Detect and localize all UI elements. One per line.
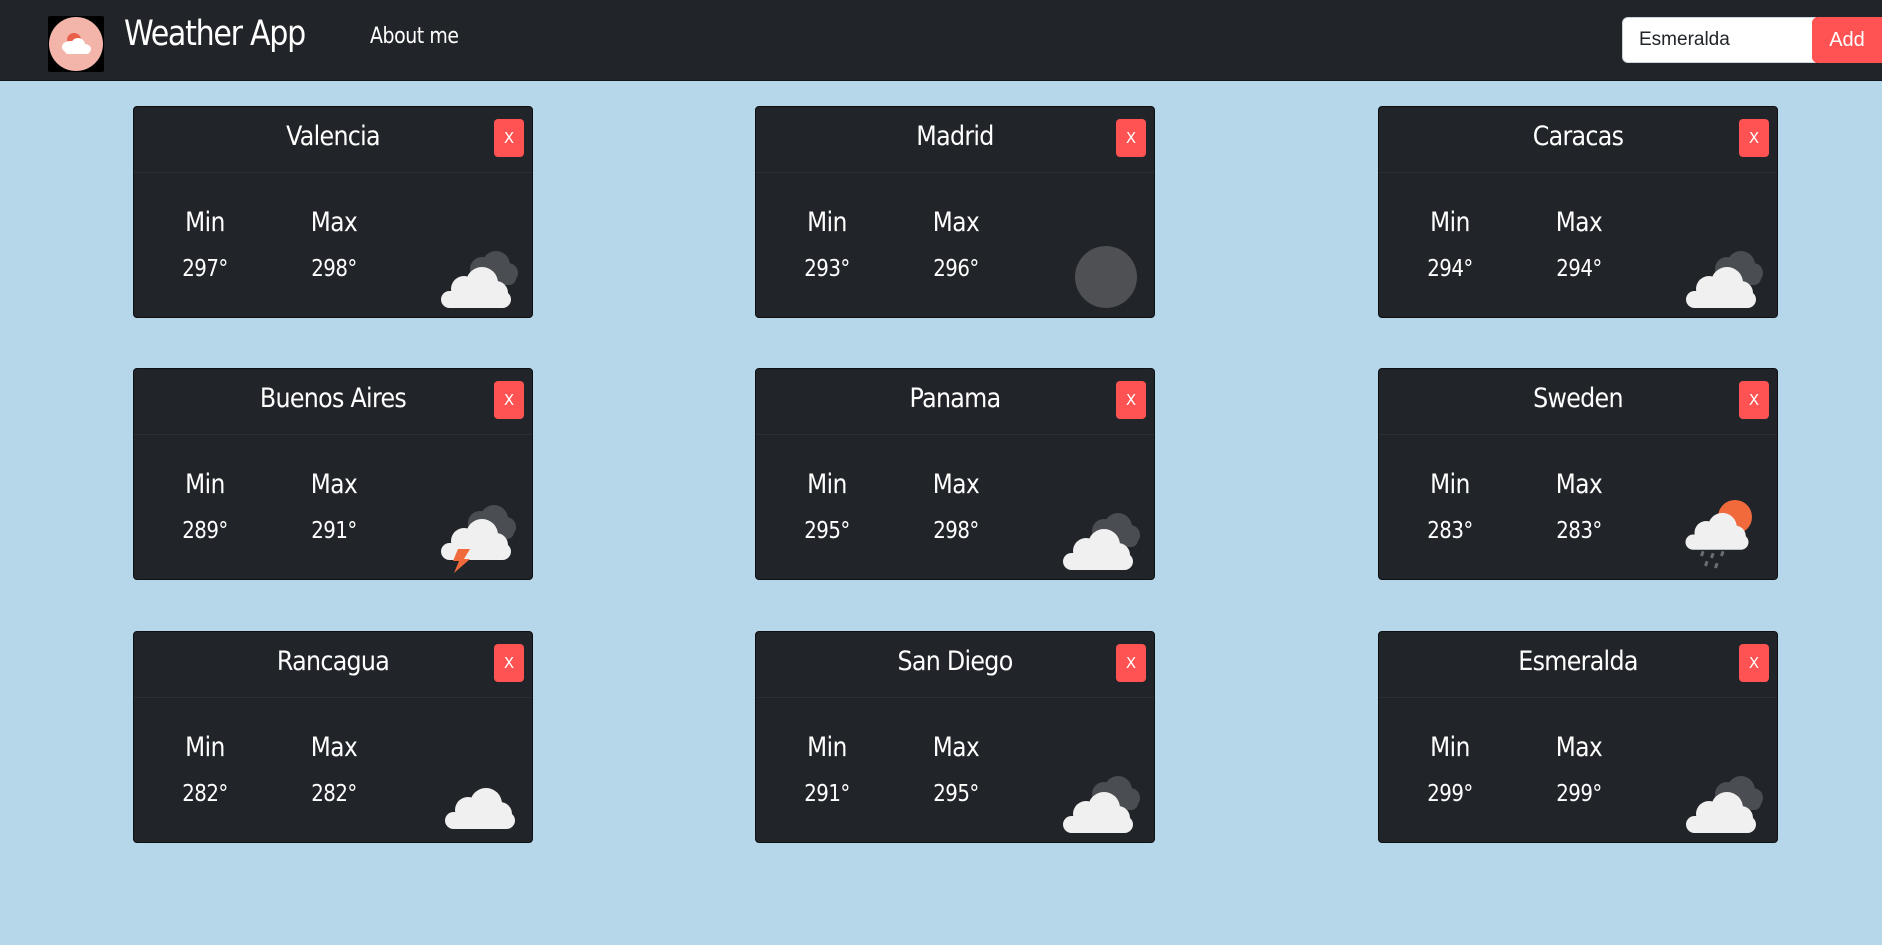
city-name: Rancagua <box>276 646 390 677</box>
city-name: Valencia <box>286 121 381 152</box>
brand-title[interactable]: Weather App <box>124 14 306 54</box>
min-temperature: 297° <box>182 256 228 282</box>
city-name: Panama <box>909 383 1002 414</box>
cloudy-icon <box>1675 237 1767 311</box>
max-label: Max <box>1555 469 1603 500</box>
remove-city-button[interactable]: X <box>1739 644 1769 682</box>
max-temperature: 282° <box>311 781 357 807</box>
remove-city-button[interactable]: X <box>1116 381 1146 419</box>
min-label: Min <box>185 207 225 238</box>
min-label: Min <box>807 732 847 763</box>
card-header: Esmeralda X <box>1379 632 1777 698</box>
min-label: Min <box>185 469 225 500</box>
max-label: Max <box>932 207 980 238</box>
min-temperature: 294° <box>1427 256 1473 282</box>
city-name: Madrid <box>916 121 994 152</box>
card-header: Panama X <box>756 369 1154 435</box>
card-header: Sweden X <box>1379 369 1777 435</box>
city-search-input[interactable] <box>1622 17 1816 63</box>
cloudy-icon <box>430 237 522 311</box>
remove-city-button[interactable]: X <box>1116 644 1146 682</box>
weather-card: Panama X Min Max 295° 298° <box>755 368 1155 580</box>
weather-card: San Diego X Min Max 291° 295° <box>755 631 1155 843</box>
logo-cloud-icon <box>62 33 91 54</box>
max-temperature: 298° <box>311 256 357 282</box>
thunderstorm-icon <box>430 499 522 573</box>
about-me-link[interactable]: About me <box>370 24 459 49</box>
min-temperature: 289° <box>182 518 228 544</box>
cloudy-icon <box>1052 499 1144 573</box>
weather-card: Sweden X Min Max 283° 283° <box>1378 368 1778 580</box>
min-temperature: 282° <box>182 781 228 807</box>
max-label: Max <box>932 732 980 763</box>
remove-city-button[interactable]: X <box>494 119 524 157</box>
max-label: Max <box>1555 207 1603 238</box>
card-header: Caracas X <box>1379 107 1777 173</box>
max-label: Max <box>310 207 358 238</box>
min-temperature: 295° <box>804 518 850 544</box>
cloudy-icon <box>1675 762 1767 836</box>
min-label: Min <box>185 732 225 763</box>
card-header: Buenos Aires X <box>134 369 532 435</box>
city-name: Buenos Aires <box>259 383 407 414</box>
weather-card: Rancagua X Min Max 282° 282° <box>133 631 533 843</box>
remove-city-button[interactable]: X <box>494 644 524 682</box>
city-name: Esmeralda <box>1518 646 1638 677</box>
add-city-button[interactable]: Add <box>1812 17 1882 63</box>
remove-city-button[interactable]: X <box>1739 381 1769 419</box>
city-name: Caracas <box>1532 121 1624 152</box>
min-label: Min <box>1430 207 1470 238</box>
moon-icon <box>1052 237 1144 311</box>
remove-city-button[interactable]: X <box>494 381 524 419</box>
max-label: Max <box>310 732 358 763</box>
max-temperature: 291° <box>311 518 357 544</box>
min-label: Min <box>1430 469 1470 500</box>
city-name: San Diego <box>897 646 1013 677</box>
card-header: Rancagua X <box>134 632 532 698</box>
weather-card: Madrid X Min Max 293° 296° <box>755 106 1155 318</box>
weather-logo-icon[interactable] <box>48 16 104 72</box>
remove-city-button[interactable]: X <box>1116 119 1146 157</box>
max-temperature: 294° <box>1556 256 1602 282</box>
cloudy-icon <box>1052 762 1144 836</box>
card-header: Madrid X <box>756 107 1154 173</box>
logo-disc <box>49 17 103 71</box>
min-label: Min <box>807 207 847 238</box>
max-temperature: 298° <box>933 518 979 544</box>
card-header: San Diego X <box>756 632 1154 698</box>
max-label: Max <box>932 469 980 500</box>
weather-card: Valencia X Min Max 297° 298° <box>133 106 533 318</box>
min-temperature: 293° <box>804 256 850 282</box>
min-temperature: 283° <box>1427 518 1473 544</box>
min-temperature: 291° <box>804 781 850 807</box>
min-label: Min <box>807 469 847 500</box>
min-temperature: 299° <box>1427 781 1473 807</box>
weather-card: Caracas X Min Max 294° 294° <box>1378 106 1778 318</box>
max-temperature: 295° <box>933 781 979 807</box>
card-header: Valencia X <box>134 107 532 173</box>
max-label: Max <box>310 469 358 500</box>
max-temperature: 296° <box>933 256 979 282</box>
max-temperature: 299° <box>1556 781 1602 807</box>
max-temperature: 283° <box>1556 518 1602 544</box>
remove-city-button[interactable]: X <box>1739 119 1769 157</box>
weather-card: Buenos Aires X Min Max 289° 291° <box>133 368 533 580</box>
weather-card: Esmeralda X Min Max 299° 299° <box>1378 631 1778 843</box>
city-name: Sweden <box>1533 383 1623 414</box>
min-label: Min <box>1430 732 1470 763</box>
max-label: Max <box>1555 732 1603 763</box>
navbar: Weather App About me Add <box>0 0 1882 81</box>
cloud-icon <box>430 762 522 836</box>
rain-sun-icon <box>1675 499 1767 573</box>
